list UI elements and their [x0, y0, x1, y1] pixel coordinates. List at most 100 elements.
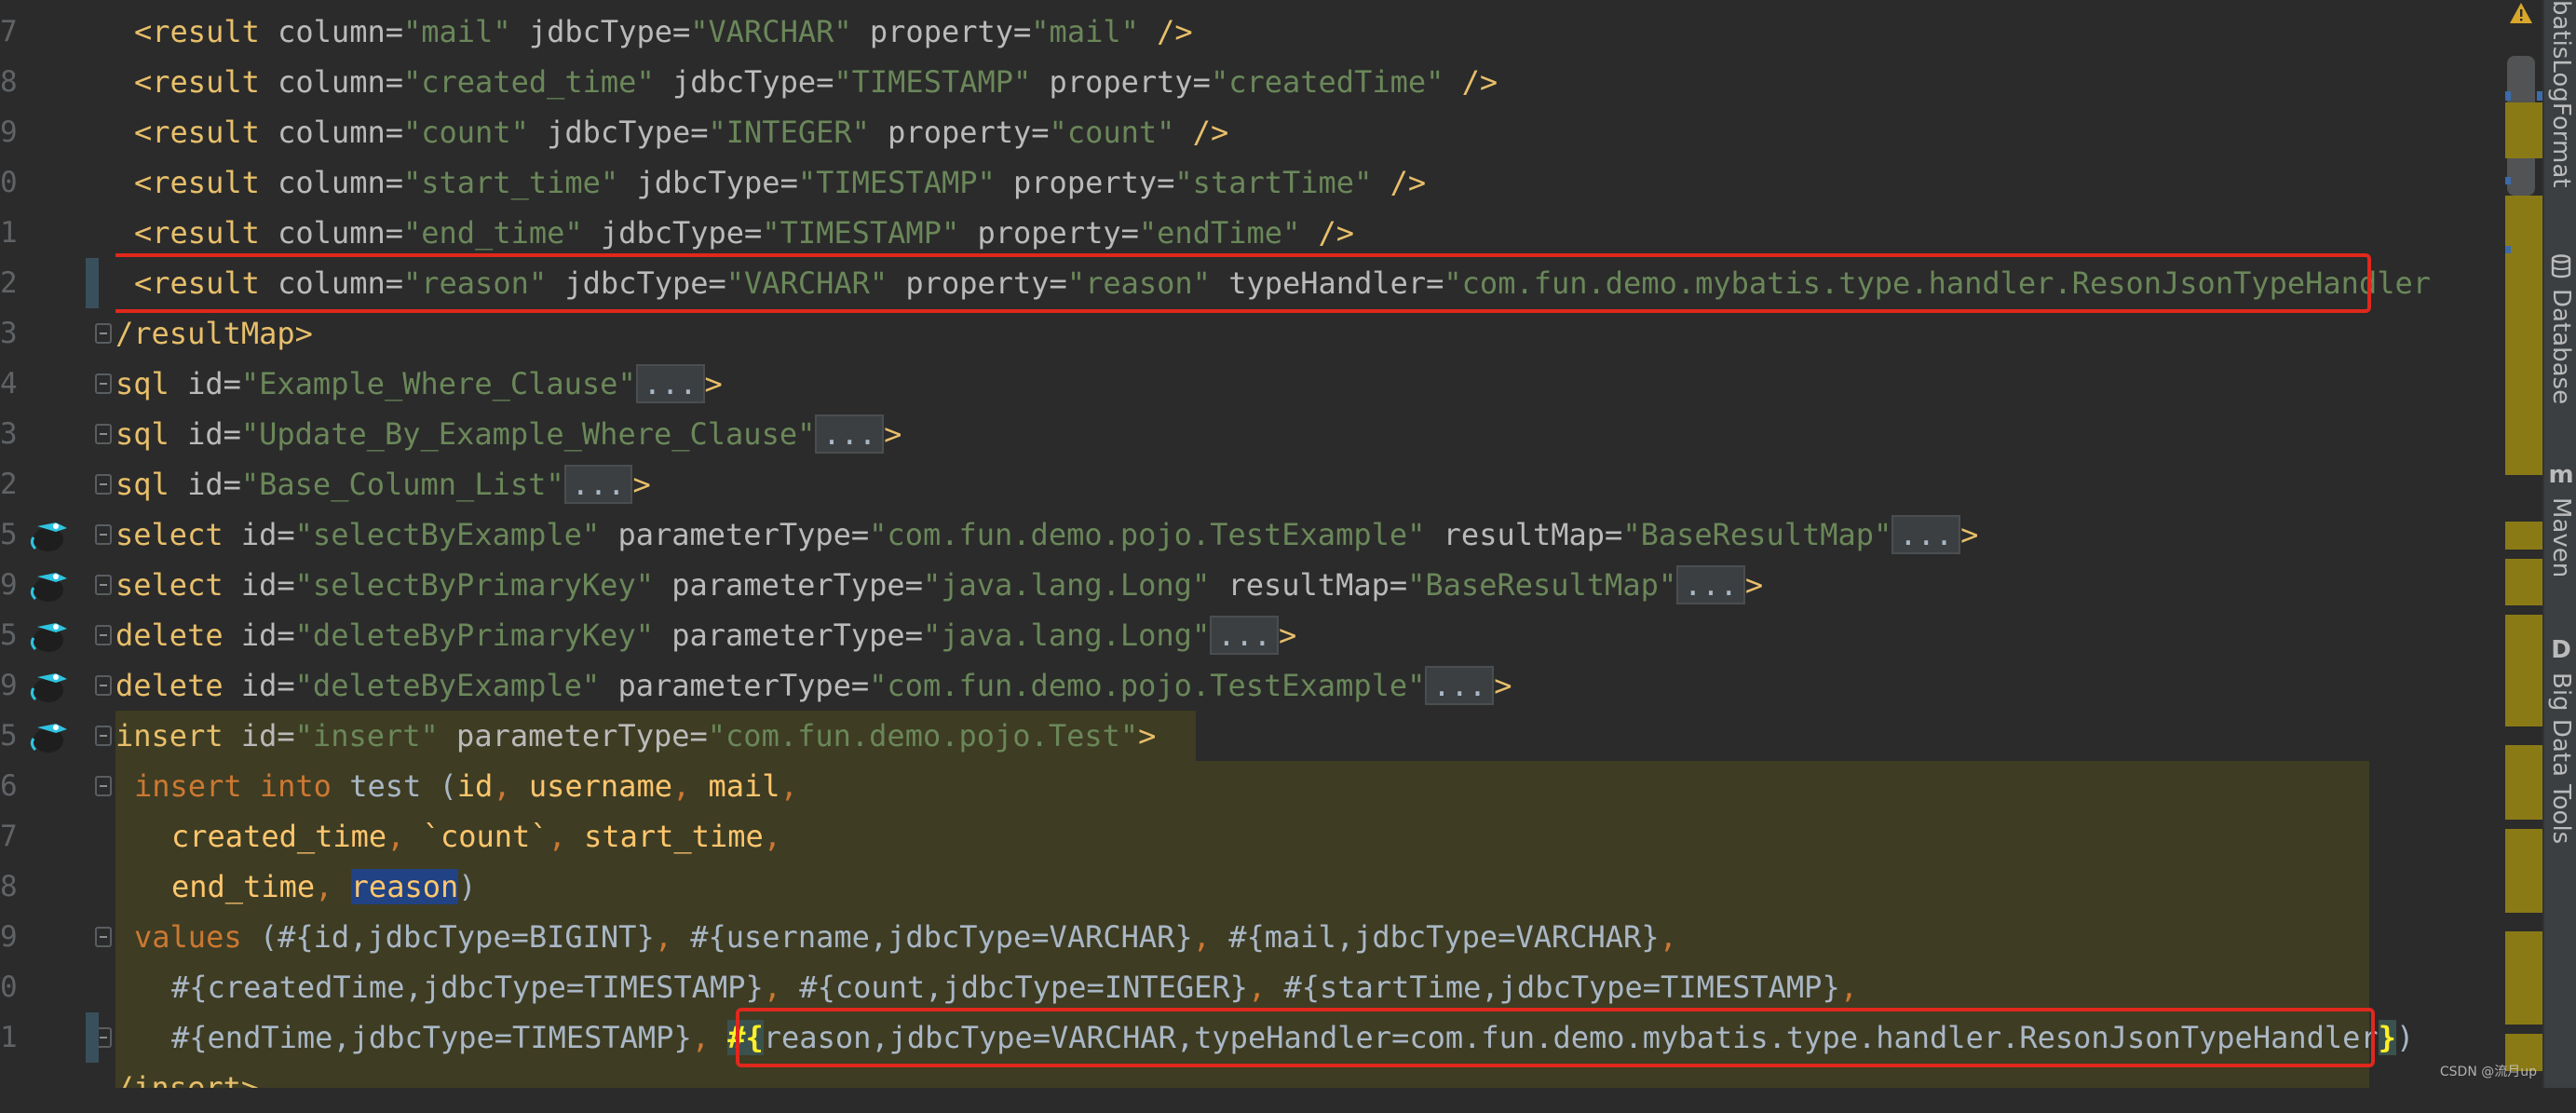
fold-toggle-icon[interactable]	[95, 726, 112, 746]
scrollbar[interactable]	[2505, 0, 2542, 1088]
code-line[interactable]: <result column="start_time" jdbcType="TI…	[134, 157, 1426, 208]
code-token: id=	[187, 416, 241, 452]
code-line[interactable]: <result column="end_time" jdbcType="TIME…	[134, 208, 1354, 258]
code-line[interactable]: delete id="deleteByPrimaryKey" parameter…	[115, 610, 1296, 660]
code-token: column=	[278, 115, 403, 150]
line-number: 6	[0, 769, 18, 803]
code-token: >	[1744, 567, 1764, 603]
line-number: 2	[0, 468, 18, 501]
fold-toggle-icon[interactable]	[95, 575, 112, 595]
line-number: 1	[0, 216, 18, 250]
tool-big-data-tools[interactable]: Big Data Tools	[2544, 672, 2576, 844]
code-token: "com.fun.demo.pojo.TestExample"	[869, 517, 1426, 552]
code-token: property=	[851, 14, 1032, 49]
mybatis-bird-icon[interactable]	[28, 666, 73, 705]
code-token: "end_time"	[402, 215, 583, 251]
fold-toggle-icon[interactable]	[95, 927, 112, 947]
fold-toggle-icon[interactable]	[95, 776, 112, 796]
folded-region[interactable]: ...	[635, 364, 705, 403]
code-line[interactable]: /resultMap>	[115, 308, 313, 359]
folded-region[interactable]: ...	[815, 414, 885, 454]
line-number	[0, 1063, 20, 1113]
code-token: >	[1279, 618, 1297, 653]
line-number: 4	[0, 367, 18, 400]
code-token: #{username,jdbcType=VARCHAR}	[690, 919, 1193, 955]
code-line[interactable]: select id="selectByExample" parameterTyp…	[115, 509, 1978, 560]
code-token: >	[1960, 517, 1979, 552]
code-token: "insert"	[294, 718, 439, 753]
code-line[interactable]: delete id="deleteByExample" parameterTyp…	[115, 660, 1512, 711]
code-line[interactable]: sql id="Update_By_Example_Where_Clause".…	[115, 409, 902, 459]
watermark: CSDN @流月up	[2439, 1065, 2537, 1079]
code-token: ,	[1192, 919, 1229, 955]
code-token: #{mail,jdbcType=VARCHAR}	[1228, 919, 1660, 955]
folded-region[interactable]: ...	[563, 465, 633, 504]
code-token: "TIMESTAMP"	[797, 165, 996, 200]
code-token: sql	[115, 416, 188, 452]
code-line[interactable]: insert id="insert" parameterType="com.fu…	[115, 711, 1156, 761]
code-editor[interactable]: <result column="mail" jdbcType="VARCHAR"…	[115, 0, 2505, 1088]
code-line[interactable]: sql id="Base_Column_List"... >	[115, 459, 651, 509]
tool-database[interactable]: Database	[2544, 289, 2576, 404]
code-token: delete	[115, 618, 241, 653]
code-line[interactable]: select id="selectByPrimaryKey" parameter…	[115, 560, 1763, 610]
code-token: /insert>	[115, 1070, 260, 1088]
mybatis-bird-icon[interactable]	[28, 716, 73, 755]
code-line[interactable]: #{endTime,jdbcType=TIMESTAMP}, #{reason,…	[171, 1012, 2414, 1063]
code-token: "reason"	[402, 265, 548, 301]
fold-toggle-icon[interactable]	[95, 524, 112, 545]
code-line[interactable]: <result column="count" jdbcType="INTEGER…	[134, 107, 1228, 157]
folded-region[interactable]: ...	[1676, 565, 1745, 604]
code-token: id=	[187, 366, 241, 401]
folded-region[interactable]: ...	[1891, 515, 1961, 554]
tool-batislogformat[interactable]: batisLogFormat	[2544, 0, 2576, 187]
code-token: "selectByPrimaryKey"	[294, 567, 654, 603]
line-number: 8	[0, 870, 18, 903]
code-token: column=	[278, 165, 403, 200]
insert-block-highlight	[115, 1063, 2369, 1088]
code-token: <result	[134, 165, 278, 200]
code-line[interactable]: <result column="mail" jdbcType="VARCHAR"…	[134, 7, 1193, 57]
mybatis-bird-icon[interactable]	[28, 616, 73, 655]
warning-icon[interactable]	[2509, 2, 2533, 24]
code-token: "com.fun.demo.mybatis.type.handler.Reson…	[1444, 265, 2431, 301]
code-line[interactable]: end_time, reason)	[171, 862, 477, 912]
code-token: ,	[1659, 919, 1677, 955]
code-line[interactable]: #{createdTime,jdbcType=TIMESTAMP}, #{cou…	[171, 962, 1858, 1012]
mybatis-bird-icon[interactable]	[28, 515, 73, 554]
code-token: id=	[240, 618, 295, 653]
code-line[interactable]: values (#{id,jdbcType=BIGINT}, #{usernam…	[134, 912, 1677, 962]
code-line[interactable]: insert into test (id, username, mail,	[134, 761, 798, 811]
code-line[interactable]: /insert>	[115, 1063, 259, 1088]
code-token: "VARCHAR"	[725, 265, 888, 301]
code-token: ,	[315, 869, 351, 904]
code-line[interactable]: created_time, `count`, start_time,	[171, 811, 781, 862]
fold-toggle-icon[interactable]	[95, 424, 112, 444]
fold-toggle-icon[interactable]	[95, 625, 112, 645]
folded-region[interactable]: ...	[1210, 616, 1279, 655]
code-token: jdbcType=	[654, 64, 834, 100]
fold-toggle-icon[interactable]	[95, 675, 112, 696]
code-token: "Update_By_Example_Where_Clause"	[240, 416, 816, 452]
code-token: ,	[691, 1020, 728, 1055]
folded-region[interactable]: ...	[1425, 666, 1495, 705]
code-line[interactable]: sql id="Example_Where_Clause"... >	[115, 359, 723, 409]
code-token: username	[528, 768, 672, 804]
tool-maven[interactable]: Maven	[2544, 497, 2576, 577]
code-line[interactable]: <result column="reason" jdbcType="VARCHA…	[134, 258, 2431, 308]
code-token: "com.fun.demo.pojo.Test"	[707, 718, 1139, 753]
line-number: 9	[0, 568, 18, 602]
caret-line-marker	[86, 1012, 99, 1063]
mybatis-bird-icon[interactable]	[28, 565, 73, 604]
code-token: #{	[727, 1020, 764, 1055]
code-line[interactable]: <result column="created_time" jdbcType="…	[134, 57, 1498, 107]
fold-toggle-icon[interactable]	[95, 323, 112, 344]
code-token: test (	[331, 768, 457, 804]
fold-toggle-icon[interactable]	[95, 474, 112, 495]
fold-toggle-icon[interactable]	[95, 373, 112, 394]
code-token: delete	[115, 668, 241, 703]
line-number: 0	[0, 166, 18, 199]
code-token: "reason"	[1066, 265, 1211, 301]
scrollbar-change-marker	[2505, 829, 2542, 913]
code-token: "createdTime"	[1210, 64, 1444, 100]
